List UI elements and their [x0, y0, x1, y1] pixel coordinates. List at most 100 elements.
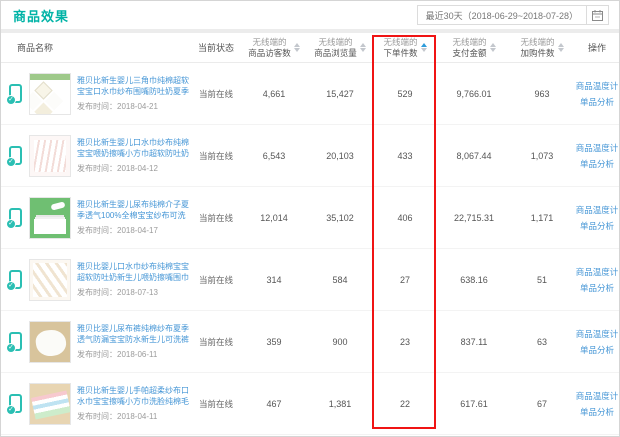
product-thermometer-link[interactable]: 商品温度计 — [576, 204, 619, 216]
cell-orders: 433 — [373, 151, 437, 161]
product-title-link[interactable]: 雅贝比新生婴儿口水巾纱布纯棉宝宝喂奶擦嘴小方巾超软防吐奶 — [77, 137, 191, 159]
product-thermometer-link[interactable]: 商品温度计 — [576, 328, 619, 340]
single-item-analysis-link[interactable]: 单品分析 — [580, 344, 614, 356]
check-badge-icon — [6, 281, 16, 291]
column-header-visitors[interactable]: 无线端的 商品访客数 — [241, 37, 307, 59]
cell-cart-adds: 1,171 — [511, 213, 573, 223]
product-title-link[interactable]: 雅贝比婴儿口水巾纱布纯棉宝宝超软防吐奶新生儿喂奶擦嘴围巾 — [77, 261, 191, 283]
publish-date: 发布时间：2018-04-11 — [77, 411, 191, 422]
product-table-card: 商品名称 当前状态 无线端的 商品访客数 无线端的 商品浏览量 — [1, 33, 619, 436]
date-range-picker[interactable]: 最近30天（2018-06-29~2018-07-28） — [417, 5, 609, 25]
product-thermometer-link[interactable]: 商品温度计 — [576, 80, 619, 92]
table-row: 雅贝比新生婴儿口水巾纱布纯棉宝宝喂奶擦嘴小方巾超软防吐奶 发布时间：2018-0… — [1, 125, 619, 187]
publish-date: 发布时间：2018-06-11 — [77, 349, 191, 360]
mobile-online-icon — [9, 332, 22, 351]
page-title: 商品效果 — [13, 6, 69, 25]
product-thumbnail[interactable] — [29, 197, 71, 239]
cell-payment: 617.61 — [437, 399, 511, 409]
mobile-online-icon — [9, 394, 22, 413]
product-title-link[interactable]: 雅贝比新生婴儿尿布纯棉介子夏季透气100%全棉宝宝纱布可洗 — [77, 199, 191, 221]
mobile-online-icon — [9, 208, 22, 227]
single-item-analysis-link[interactable]: 单品分析 — [580, 96, 614, 108]
cell-orders: 27 — [373, 275, 437, 285]
mobile-online-icon — [9, 84, 22, 103]
cell-status: 当前在线 — [191, 336, 241, 348]
cell-actions: 商品温度计 单品分析 — [573, 80, 620, 108]
cell-visitors: 12,014 — [241, 213, 307, 223]
single-item-analysis-link[interactable]: 单品分析 — [580, 406, 614, 418]
title-bar: 商品效果 最近30天（2018-06-29~2018-07-28） — [1, 1, 619, 29]
publish-date: 发布时间：2018-04-17 — [77, 225, 191, 236]
cell-product: 雅贝比新生婴儿三角巾纯棉超软宝宝口水巾纱布围嘴防吐奶夏季 发布时间：2018-0… — [1, 73, 191, 115]
sort-icon[interactable] — [490, 43, 496, 52]
product-title-link[interactable]: 雅贝比婴儿尿布裤纯棉纱布夏季透气防漏宝宝防水新生儿可洗裤 — [77, 323, 191, 345]
single-item-analysis-link[interactable]: 单品分析 — [580, 220, 614, 232]
column-header-orders[interactable]: 无线端的 下单件数 — [373, 37, 437, 59]
publish-date-value: 2018-04-17 — [117, 226, 158, 235]
mobile-online-icon — [9, 270, 22, 289]
mobile-online-icon — [9, 146, 22, 165]
table-row: 雅贝比婴儿口水巾纱布纯棉宝宝超软防吐奶新生儿喂奶擦嘴围巾 发布时间：2018-0… — [1, 249, 619, 311]
cell-payment: 8,067.44 — [437, 151, 511, 161]
cell-payment: 22,715.31 — [437, 213, 511, 223]
table-body: 雅贝比新生婴儿三角巾纯棉超软宝宝口水巾纱布围嘴防吐奶夏季 发布时间：2018-0… — [1, 63, 619, 435]
cell-product: 雅贝比新生婴儿手帕超柔纱布口水巾宝宝擦嘴小方巾洗脸纯棉毛 发布时间：2018-0… — [1, 383, 191, 425]
sort-icon-active[interactable] — [421, 43, 427, 52]
cell-pageviews: 1,381 — [307, 399, 373, 409]
publish-date-label: 发布时间： — [77, 164, 117, 173]
table-row: 雅贝比婴儿尿布裤纯棉纱布夏季透气防漏宝宝防水新生儿可洗裤 发布时间：2018-0… — [1, 311, 619, 373]
table-row: 雅贝比新生婴儿尿布纯棉介子夏季透气100%全棉宝宝纱布可洗 发布时间：2018-… — [1, 187, 619, 249]
check-badge-icon — [6, 405, 16, 415]
cell-product: 雅贝比新生婴儿口水巾纱布纯棉宝宝喂奶擦嘴小方巾超软防吐奶 发布时间：2018-0… — [1, 135, 191, 177]
cell-visitors: 6,543 — [241, 151, 307, 161]
calendar-icon[interactable] — [586, 6, 608, 24]
cell-cart-adds: 51 — [511, 275, 573, 285]
cell-orders: 406 — [373, 213, 437, 223]
publish-date-value: 2018-04-12 — [117, 164, 158, 173]
product-thermometer-link[interactable]: 商品温度计 — [576, 266, 619, 278]
column-header-cart-adds[interactable]: 无线端的 加购件数 — [511, 37, 573, 59]
product-thumbnail[interactable] — [29, 135, 71, 177]
cell-orders: 23 — [373, 337, 437, 347]
publish-date: 发布时间：2018-04-12 — [77, 163, 191, 174]
product-title-link[interactable]: 雅贝比新生婴儿三角巾纯棉超软宝宝口水巾纱布围嘴防吐奶夏季 — [77, 75, 191, 97]
publish-date-value: 2018-06-11 — [117, 350, 157, 359]
cell-product: 雅贝比婴儿口水巾纱布纯棉宝宝超软防吐奶新生儿喂奶擦嘴围巾 发布时间：2018-0… — [1, 259, 191, 301]
product-performance-panel: 商品效果 最近30天（2018-06-29~2018-07-28） 商品名称 当… — [0, 0, 620, 437]
check-badge-icon — [6, 343, 16, 353]
product-thumbnail[interactable] — [29, 383, 71, 425]
product-thermometer-link[interactable]: 商品温度计 — [576, 142, 619, 154]
single-item-analysis-link[interactable]: 单品分析 — [580, 158, 614, 170]
cell-cart-adds: 67 — [511, 399, 573, 409]
product-thumbnail[interactable] — [29, 259, 71, 301]
date-range-text[interactable]: 最近30天（2018-06-29~2018-07-28） — [418, 6, 586, 24]
cell-actions: 商品温度计 单品分析 — [573, 390, 620, 418]
sort-icon[interactable] — [360, 43, 366, 52]
cell-pageviews: 584 — [307, 275, 373, 285]
table-row: 雅贝比新生婴儿手帕超柔纱布口水巾宝宝擦嘴小方巾洗脸纯棉毛 发布时间：2018-0… — [1, 373, 619, 435]
single-item-analysis-link[interactable]: 单品分析 — [580, 282, 614, 294]
cell-status: 当前在线 — [191, 398, 241, 410]
publish-date-label: 发布时间： — [77, 288, 117, 297]
cell-cart-adds: 963 — [511, 89, 573, 99]
cell-product: 雅贝比新生婴儿尿布纯棉介子夏季透气100%全棉宝宝纱布可洗 发布时间：2018-… — [1, 197, 191, 239]
cell-actions: 商品温度计 单品分析 — [573, 204, 620, 232]
cell-visitors: 4,661 — [241, 89, 307, 99]
cell-payment: 638.16 — [437, 275, 511, 285]
product-thumbnail[interactable] — [29, 321, 71, 363]
sort-icon[interactable] — [558, 43, 564, 52]
cell-status: 当前在线 — [191, 150, 241, 162]
column-header-pageviews[interactable]: 无线端的 商品浏览量 — [307, 37, 373, 59]
sort-icon[interactable] — [294, 43, 300, 52]
cell-actions: 商品温度计 单品分析 — [573, 328, 620, 356]
cell-payment: 837.11 — [437, 337, 511, 347]
product-thermometer-link[interactable]: 商品温度计 — [576, 390, 619, 402]
publish-date: 发布时间：2018-07-13 — [77, 287, 191, 298]
column-header-payment[interactable]: 无线端的 支付金额 — [437, 37, 511, 59]
product-title-link[interactable]: 雅贝比新生婴儿手帕超柔纱布口水巾宝宝擦嘴小方巾洗脸纯棉毛 — [77, 385, 191, 407]
publish-date-value: 2018-04-21 — [117, 102, 158, 111]
cell-cart-adds: 63 — [511, 337, 573, 347]
table-header: 商品名称 当前状态 无线端的 商品访客数 无线端的 商品浏览量 — [1, 33, 619, 63]
cell-product: 雅贝比婴儿尿布裤纯棉纱布夏季透气防漏宝宝防水新生儿可洗裤 发布时间：2018-0… — [1, 321, 191, 363]
product-thumbnail[interactable] — [29, 73, 71, 115]
